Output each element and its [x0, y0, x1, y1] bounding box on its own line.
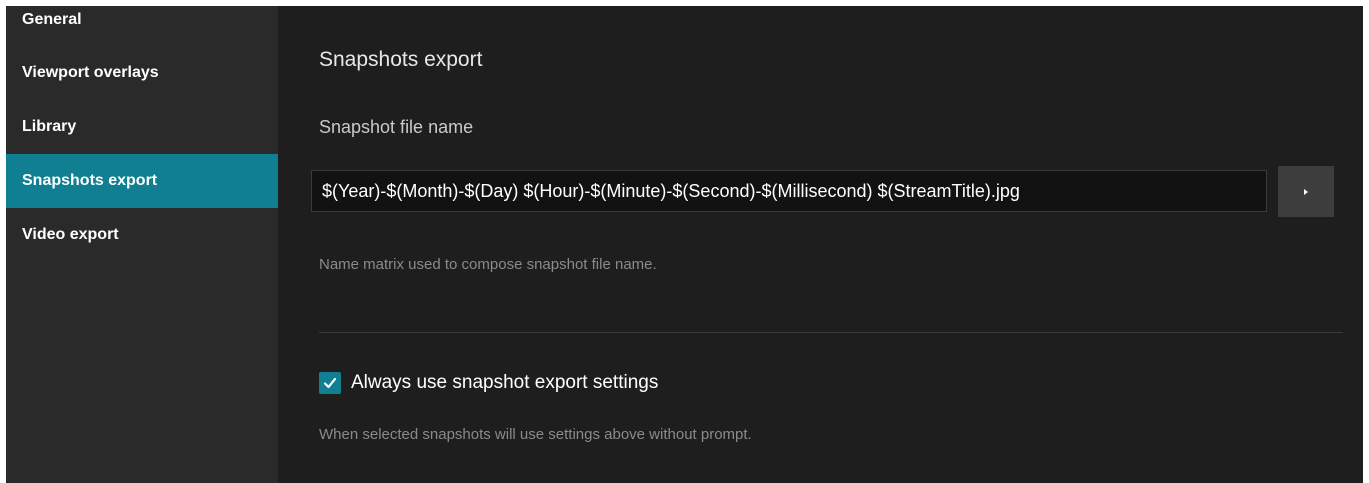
- checkmark-icon: [323, 377, 337, 389]
- snapshot-file-name-help: Name matrix used to compose snapshot fil…: [319, 256, 657, 273]
- always-use-settings-checkbox[interactable]: [319, 372, 341, 394]
- snapshot-file-name-label: Snapshot file name: [319, 117, 474, 137]
- settings-sidebar: General Viewport overlays Library Snapsh…: [6, 6, 278, 483]
- sidebar-item-library[interactable]: Library: [6, 100, 278, 154]
- sidebar-item-snapshots-export[interactable]: Snapshots export: [6, 154, 278, 208]
- settings-window: General Viewport overlays Library Snapsh…: [6, 6, 1363, 483]
- settings-content: Snapshots export Snapshot file name Name…: [278, 6, 1363, 483]
- snapshot-file-name-input[interactable]: [311, 170, 1267, 212]
- insert-token-button[interactable]: [1278, 166, 1334, 217]
- section-title: Snapshots export: [319, 48, 483, 71]
- always-use-settings-label: Always use snapshot export settings: [351, 372, 659, 393]
- triangle-right-icon: [1304, 188, 1308, 195]
- section-divider: [319, 332, 1343, 333]
- sidebar-item-video-export[interactable]: Video export: [6, 208, 278, 262]
- always-use-settings-option[interactable]: Always use snapshot export settings: [319, 372, 658, 394]
- always-use-settings-help: When selected snapshots will use setting…: [319, 426, 752, 443]
- sidebar-item-general[interactable]: General: [6, 0, 278, 46]
- sidebar-item-viewport-overlays[interactable]: Viewport overlays: [6, 46, 278, 100]
